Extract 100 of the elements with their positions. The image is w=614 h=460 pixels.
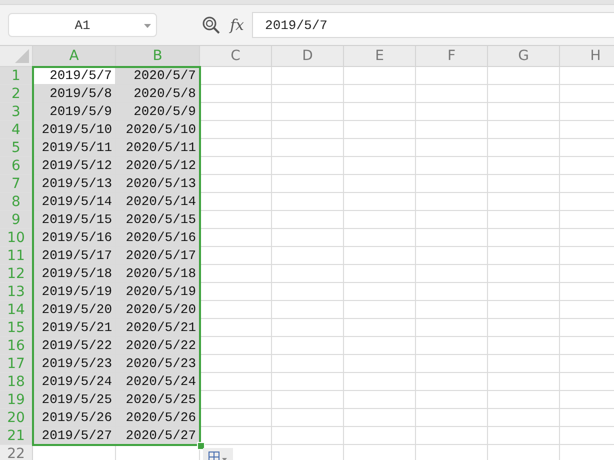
empty-cell[interactable] — [488, 139, 560, 157]
empty-cell[interactable] — [272, 391, 344, 409]
empty-cell[interactable] — [416, 121, 488, 139]
empty-cell[interactable] — [488, 301, 560, 319]
empty-cell[interactable] — [272, 283, 344, 301]
empty-cell[interactable] — [344, 247, 416, 265]
empty-cell[interactable] — [272, 139, 344, 157]
empty-cell[interactable] — [416, 247, 488, 265]
empty-cell[interactable] — [344, 157, 416, 175]
row-header[interactable]: 19 — [0, 391, 33, 409]
row-header[interactable]: 17 — [0, 355, 33, 373]
empty-cell[interactable] — [416, 175, 488, 193]
empty-cell[interactable] — [488, 67, 560, 85]
empty-cell[interactable] — [416, 301, 488, 319]
empty-cell[interactable] — [416, 373, 488, 391]
select-all-icon[interactable] — [15, 49, 29, 63]
empty-cell[interactable] — [488, 175, 560, 193]
empty-cell[interactable] — [344, 301, 416, 319]
empty-cell[interactable] — [416, 427, 488, 445]
fill-handle[interactable] — [197, 442, 205, 450]
empty-cell[interactable] — [416, 211, 488, 229]
row-header[interactable]: 3 — [0, 103, 33, 121]
column-header[interactable]: C — [200, 46, 272, 67]
row-header[interactable]: 22 — [0, 445, 33, 460]
empty-cell[interactable] — [344, 85, 416, 103]
empty-cell[interactable] — [344, 103, 416, 121]
empty-cell[interactable] — [488, 319, 560, 337]
empty-cell[interactable] — [272, 67, 344, 85]
row-header[interactable]: 15 — [0, 319, 33, 337]
column-header[interactable]: B — [116, 46, 200, 67]
empty-cell[interactable] — [272, 175, 344, 193]
empty-cell[interactable] — [272, 247, 344, 265]
empty-cell[interactable] — [416, 337, 488, 355]
row-header[interactable]: 4 — [0, 121, 33, 139]
empty-cell[interactable] — [488, 193, 560, 211]
empty-cell[interactable] — [488, 247, 560, 265]
empty-cell[interactable] — [344, 193, 416, 211]
empty-cell[interactable] — [272, 409, 344, 427]
empty-cell[interactable] — [416, 283, 488, 301]
column-header[interactable]: G — [488, 46, 560, 67]
row-header[interactable]: 1 — [0, 67, 33, 85]
empty-cell[interactable] — [344, 355, 416, 373]
empty-cell[interactable] — [416, 355, 488, 373]
empty-cell[interactable] — [488, 337, 560, 355]
empty-cell[interactable] — [272, 229, 344, 247]
empty-cell[interactable] — [344, 337, 416, 355]
empty-cell[interactable] — [272, 157, 344, 175]
empty-cell[interactable] — [488, 157, 560, 175]
empty-cell[interactable] — [272, 301, 344, 319]
empty-cell[interactable] — [344, 139, 416, 157]
empty-cell[interactable] — [416, 139, 488, 157]
empty-cell[interactable] — [344, 409, 416, 427]
empty-cell[interactable] — [488, 103, 560, 121]
row-header[interactable]: 10 — [0, 229, 33, 247]
empty-cell[interactable] — [416, 229, 488, 247]
empty-cell[interactable] — [344, 229, 416, 247]
empty-cell[interactable] — [344, 391, 416, 409]
empty-cell[interactable] — [416, 193, 488, 211]
empty-cell[interactable] — [416, 85, 488, 103]
empty-cell[interactable] — [344, 67, 416, 85]
empty-cell[interactable] — [488, 373, 560, 391]
column-header[interactable]: H — [560, 46, 614, 67]
row-header[interactable]: 8 — [0, 193, 33, 211]
row-header[interactable]: 21 — [0, 427, 33, 445]
empty-cell[interactable] — [488, 85, 560, 103]
empty-cell[interactable] — [488, 355, 560, 373]
empty-cell[interactable] — [488, 121, 560, 139]
row-header[interactable]: 18 — [0, 373, 33, 391]
empty-cell[interactable] — [344, 283, 416, 301]
empty-cell[interactable] — [272, 193, 344, 211]
column-header[interactable]: E — [344, 46, 416, 67]
formula-bar[interactable]: 2019/5/7 — [252, 12, 614, 38]
column-header[interactable]: D — [272, 46, 344, 67]
empty-cell[interactable] — [488, 229, 560, 247]
column-header[interactable]: A — [33, 46, 116, 67]
empty-cell[interactable] — [272, 427, 344, 445]
empty-cell[interactable] — [344, 265, 416, 283]
empty-cell[interactable] — [416, 103, 488, 121]
empty-cell[interactable] — [416, 391, 488, 409]
row-header[interactable]: 5 — [0, 139, 33, 157]
empty-cell[interactable] — [488, 391, 560, 409]
row-header[interactable]: 20 — [0, 409, 33, 427]
row-header[interactable]: 11 — [0, 247, 33, 265]
name-box[interactable]: A1 — [8, 13, 157, 37]
empty-cell[interactable] — [488, 409, 560, 427]
empty-cell[interactable] — [272, 337, 344, 355]
row-header[interactable]: 16 — [0, 337, 33, 355]
empty-cell[interactable] — [272, 211, 344, 229]
empty-cell[interactable] — [488, 427, 560, 445]
row-header[interactable]: 13 — [0, 283, 33, 301]
row-header[interactable]: 14 — [0, 301, 33, 319]
column-header[interactable]: F — [416, 46, 488, 67]
row-header[interactable]: 9 — [0, 211, 33, 229]
empty-cell[interactable] — [272, 355, 344, 373]
empty-cell[interactable] — [272, 265, 344, 283]
empty-cell[interactable] — [488, 265, 560, 283]
empty-cell[interactable] — [272, 85, 344, 103]
empty-cell[interactable] — [344, 427, 416, 445]
empty-cell[interactable] — [344, 319, 416, 337]
empty-cell[interactable] — [416, 409, 488, 427]
